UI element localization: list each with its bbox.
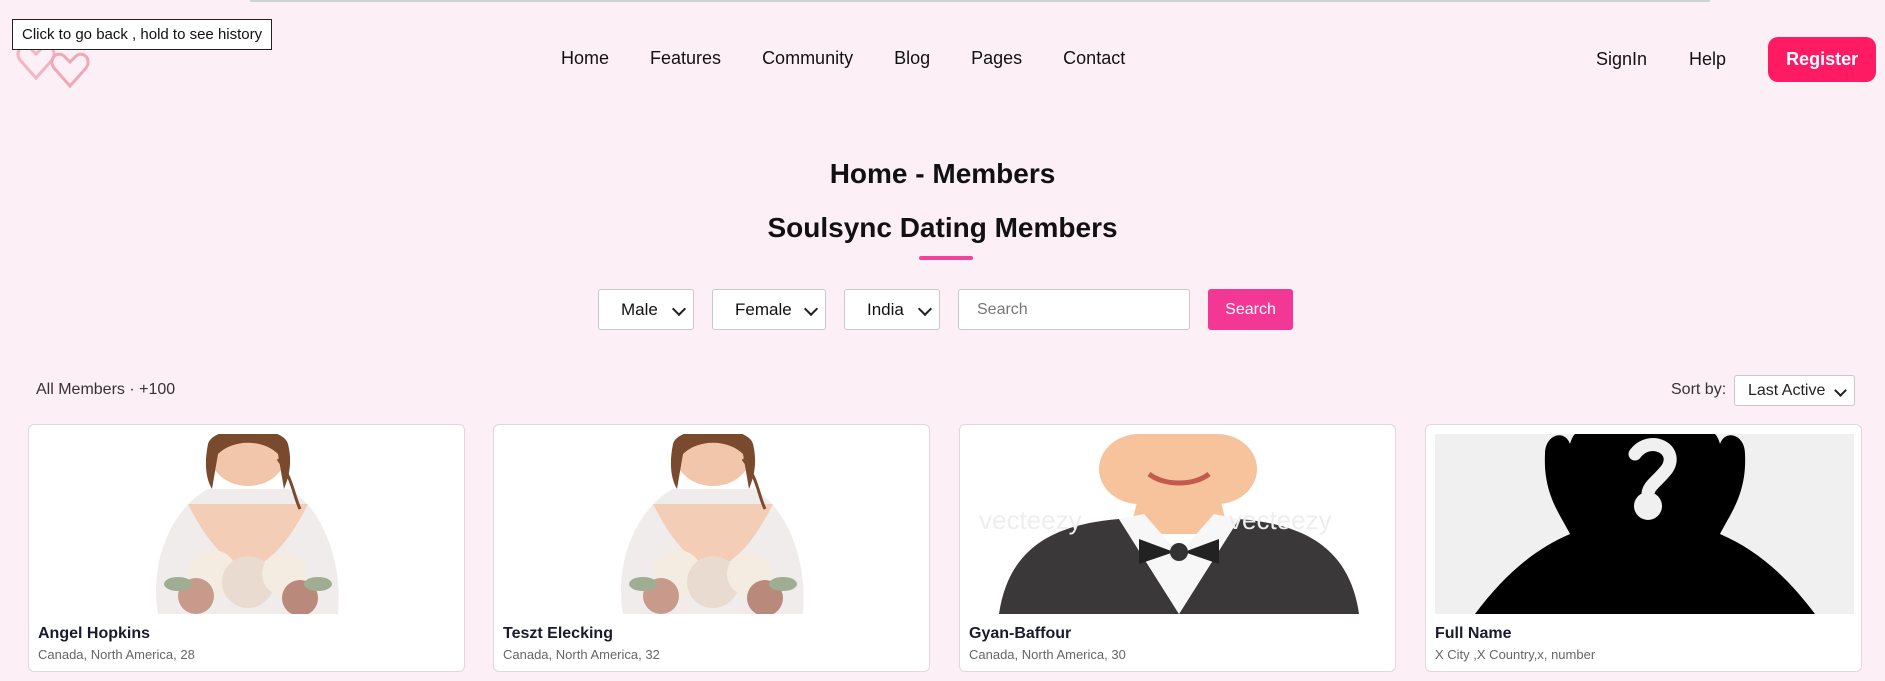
member-name[interactable]: Angel Hopkins — [38, 625, 150, 643]
nav-home[interactable]: Home — [561, 46, 609, 70]
page-title: Soulsync Dating Members — [767, 212, 1118, 243]
back-button-tooltip: Click to go back , hold to see history — [12, 19, 273, 50]
member-photo — [503, 434, 922, 614]
chevron-down-icon — [671, 301, 687, 317]
gender-select-female[interactable]: Female — [712, 289, 826, 330]
search-button[interactable]: Search — [1208, 289, 1293, 330]
chevron-down-icon — [1834, 384, 1847, 397]
member-photo — [1435, 434, 1854, 614]
member-location: X City ,X Country,x, number — [1435, 647, 1596, 662]
member-card[interactable]: Teszt Elecking Canada, North America, 32 — [493, 424, 930, 672]
gender-select-female-value: Female — [735, 299, 792, 319]
title-underline — [919, 256, 973, 260]
member-name[interactable]: Full Name — [1435, 625, 1511, 643]
gender-select-male-value: Male — [621, 299, 658, 319]
account-nav: SignIn Help Register — [1596, 37, 1877, 82]
help-link[interactable]: Help — [1689, 49, 1726, 70]
chevron-down-icon — [803, 301, 819, 317]
member-card[interactable]: vecteezy vecteezy Gyan-Baffour Canada, N… — [959, 424, 1396, 672]
member-name[interactable]: Teszt Elecking — [503, 625, 613, 643]
register-button[interactable]: Register — [1768, 37, 1877, 82]
sort-label: Sort by: — [1671, 381, 1727, 398]
nav-community[interactable]: Community — [762, 46, 853, 70]
svg-text:vecteezy: vecteezy — [1229, 505, 1332, 535]
browser-top-line — [250, 0, 1710, 2]
member-location: Canada, North America, 32 — [503, 647, 660, 662]
member-card[interactable]: Angel Hopkins Canada, North America, 28 — [28, 424, 465, 672]
country-select-value: India — [867, 299, 904, 319]
chevron-down-icon — [917, 301, 933, 317]
svg-text:vecteezy: vecteezy — [979, 505, 1082, 535]
member-location: Canada, North America, 28 — [38, 647, 195, 662]
gender-select-male[interactable]: Male — [598, 289, 694, 330]
members-count: All Members · +100 — [36, 381, 176, 398]
sort-select[interactable]: Last Active — [1734, 375, 1855, 406]
main-nav: Home Features Community Blog Pages Conta… — [561, 46, 1166, 70]
nav-features[interactable]: Features — [650, 46, 721, 70]
member-photo — [38, 434, 457, 614]
nav-blog[interactable]: Blog — [894, 46, 930, 70]
member-card[interactable]: Full Name X City ,X Country,x, number — [1425, 424, 1862, 672]
sort-select-value: Last Active — [1748, 381, 1826, 399]
country-select[interactable]: India — [844, 289, 940, 330]
search-placeholder: Search — [977, 300, 1028, 318]
member-photo: vecteezy vecteezy — [969, 434, 1388, 614]
page-breadcrumb: Home - Members — [829, 158, 1056, 189]
search-input[interactable]: Search — [958, 289, 1190, 330]
nav-contact[interactable]: Contact — [1063, 46, 1125, 70]
member-location: Canada, North America, 30 — [969, 647, 1126, 662]
member-name[interactable]: Gyan-Baffour — [969, 625, 1071, 643]
signin-link[interactable]: SignIn — [1596, 49, 1647, 70]
nav-pages[interactable]: Pages — [971, 46, 1022, 70]
